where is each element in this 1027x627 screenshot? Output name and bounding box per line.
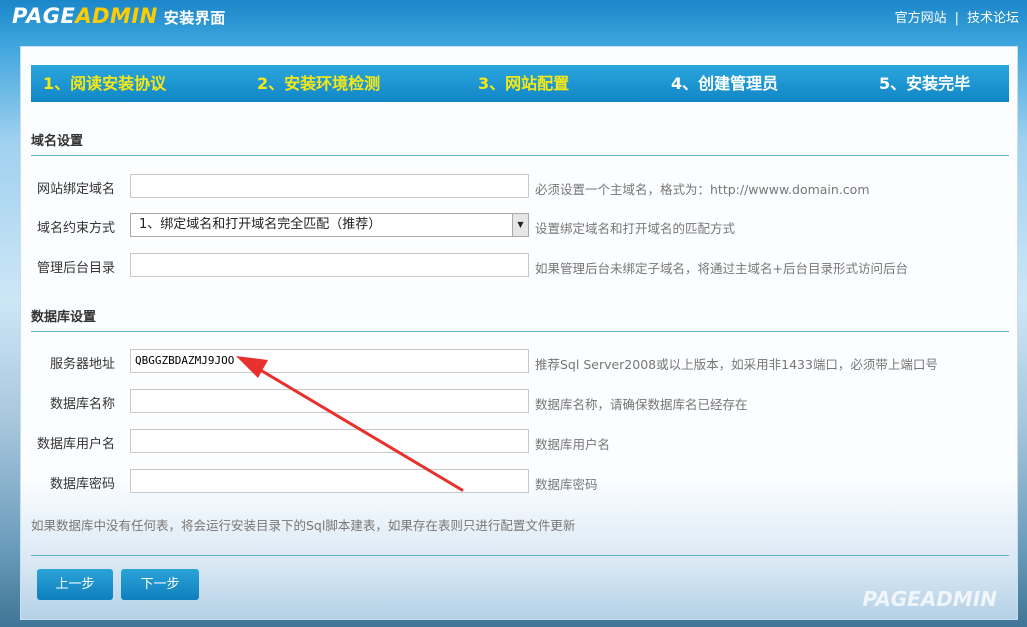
footer-divider xyxy=(31,555,1009,556)
db-pass-label: 数据库密码 xyxy=(49,477,115,492)
match-mode-label: 域名约束方式 xyxy=(36,221,115,236)
db-user-hint: 数据库用户名 xyxy=(535,437,611,452)
dropdown-arrow-icon[interactable]: ▼ xyxy=(512,214,528,236)
db-name-hint: 数据库名称，请确保数据库名已经存在 xyxy=(535,397,748,412)
step-3: 3、网站配置 xyxy=(478,74,570,93)
step-2: 2、安装环境检测 xyxy=(257,74,381,93)
admin-dir-input[interactable] xyxy=(130,253,529,277)
forum-link[interactable]: 技术论坛 xyxy=(967,11,1019,26)
logo-text-page: PAGE xyxy=(12,4,76,28)
db-user-input[interactable] xyxy=(130,429,529,453)
prev-button[interactable]: 上一步 xyxy=(37,569,113,600)
db-name-label: 数据库名称 xyxy=(49,397,115,412)
step-1: 1、阅读安装协议 xyxy=(43,74,167,93)
logo-text-admin: ADMIN xyxy=(75,4,158,28)
logo-subtitle: 安装界面 xyxy=(163,9,226,27)
admin-dir-label: 管理后台目录 xyxy=(36,261,115,276)
next-button[interactable]: 下一步 xyxy=(121,569,199,600)
logo: PAGEADMIN 安装界面 xyxy=(12,4,226,28)
link-separator: | xyxy=(954,11,959,26)
step-bar: 1、阅读安装协议 2、安装环境检测 3、网站配置 4、创建管理员 5、安装完毕 xyxy=(31,65,1009,102)
db-pass-hint: 数据库密码 xyxy=(535,477,598,492)
bind-domain-label: 网站绑定域名 xyxy=(36,182,115,197)
step-5: 5、安装完毕 xyxy=(879,74,971,93)
top-links: 官方网站 | 技术论坛 xyxy=(895,7,1019,26)
match-mode-hint: 设置绑定域名和打开域名的匹配方式 xyxy=(535,221,736,236)
db-note: 如果数据库中没有任何表，将会运行安装目录下的Sql脚本建表，如果存在表则只进行配… xyxy=(31,518,576,533)
step-4: 4、创建管理员 xyxy=(671,74,779,93)
official-site-link[interactable]: 官方网站 xyxy=(895,11,947,26)
domain-section-divider xyxy=(31,155,1009,156)
admin-dir-hint: 如果管理后台未绑定子域名，将通过主域名+后台目录形式访问后台 xyxy=(535,261,908,276)
db-section-title: 数据库设置 xyxy=(31,310,97,325)
server-hint: 推荐Sql Server2008或以上版本，如采用非1433端口，必须带上端口号 xyxy=(535,357,938,372)
top-bar: PAGEADMIN 安装界面 官方网站 | 技术论坛 xyxy=(0,0,1027,32)
db-pass-input[interactable] xyxy=(130,469,529,493)
match-mode-select[interactable]: 1、绑定域名和打开域名完全匹配（推荐） ▼ xyxy=(130,213,529,237)
db-name-input[interactable] xyxy=(130,389,529,413)
db-user-label: 数据库用户名 xyxy=(36,437,115,452)
match-mode-selected: 1、绑定域名和打开域名完全匹配（推荐） xyxy=(139,217,382,232)
bind-domain-input[interactable] xyxy=(130,174,529,198)
db-section-divider xyxy=(31,331,1009,332)
server-input[interactable]: QBGGZBDAZMJ9JOO xyxy=(130,349,529,373)
install-panel: 1、阅读安装协议 2、安装环境检测 3、网站配置 4、创建管理员 5、安装完毕 … xyxy=(20,46,1018,620)
server-label: 服务器地址 xyxy=(49,357,115,372)
watermark-logo: PAGEADMIN xyxy=(862,587,997,611)
domain-section-title: 域名设置 xyxy=(31,134,84,149)
bind-domain-hint: 必须设置一个主域名，格式为：http://wwww.domain.com xyxy=(535,182,870,197)
